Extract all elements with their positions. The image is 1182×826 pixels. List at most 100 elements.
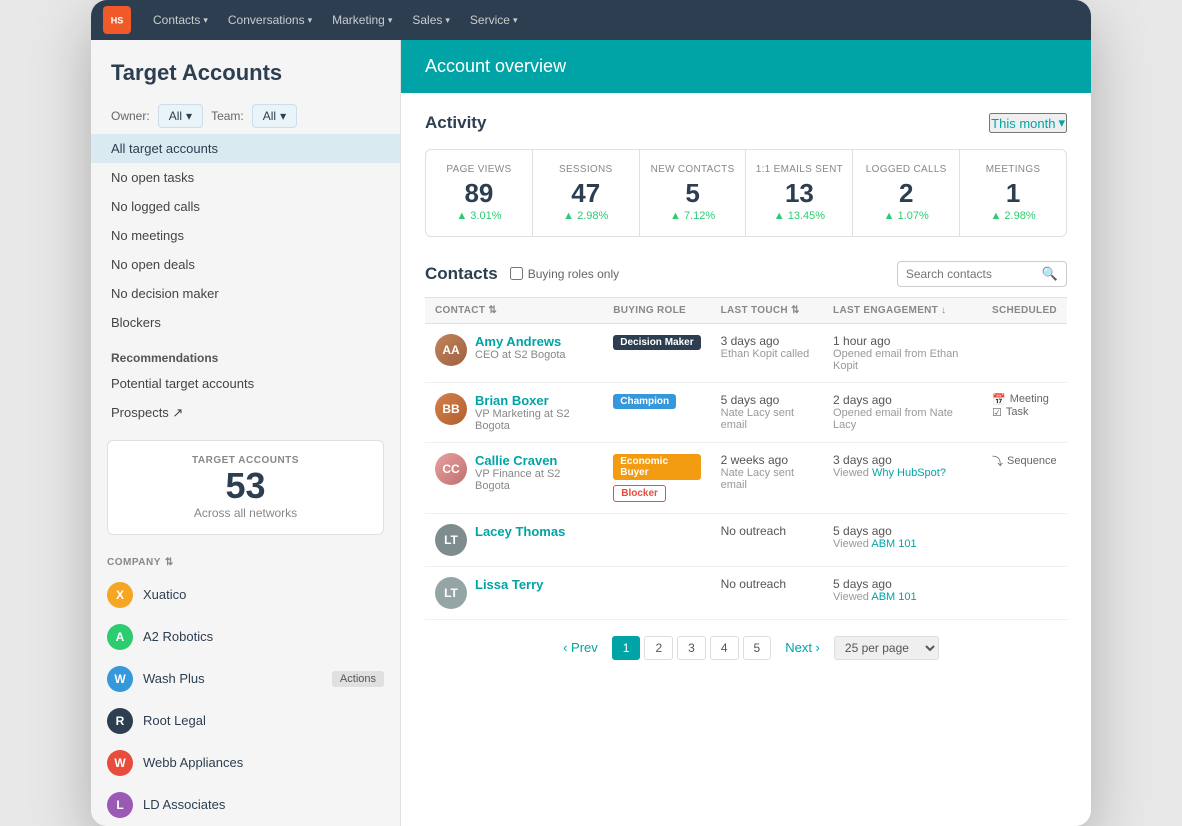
pagination: ‹ Prev 1 2 3 4 5 Next › 25 per page 50 p… bbox=[425, 620, 1067, 668]
contact-cell: LT Lacey Thomas bbox=[435, 524, 593, 556]
company-name: A2 Robotics bbox=[143, 629, 213, 644]
chevron-icon: ▾ bbox=[445, 15, 450, 26]
sidebar-item-no-meetings[interactable]: No meetings bbox=[91, 221, 400, 250]
sequence-icon: ⤵ bbox=[992, 453, 1003, 469]
laptop-frame: HS Contacts ▾ Conversations ▾ Marketing … bbox=[91, 0, 1091, 826]
nav-marketing[interactable]: Marketing ▾ bbox=[322, 0, 402, 40]
nav-contacts[interactable]: Contacts ▾ bbox=[143, 0, 218, 40]
th-scheduled: SCHEDULED bbox=[982, 297, 1067, 323]
sidebar-item-prospects[interactable]: Prospects ↗ bbox=[91, 398, 400, 428]
company-avatar: L bbox=[107, 792, 133, 818]
last-engagement: 5 days ago bbox=[833, 577, 972, 591]
contact-name[interactable]: Amy Andrews bbox=[475, 334, 566, 349]
last-engagement-detail: Opened email from Nate Lacy bbox=[833, 407, 972, 431]
engagement-link[interactable]: ABM 101 bbox=[871, 538, 916, 550]
avatar: AA bbox=[435, 334, 467, 366]
avatar: CC bbox=[435, 453, 467, 485]
this-month-button[interactable]: This month ▾ bbox=[989, 113, 1067, 133]
meeting-icon: 📅 bbox=[992, 393, 1006, 406]
company-avatar: R bbox=[107, 708, 133, 734]
contact-name[interactable]: Brian Boxer bbox=[475, 393, 593, 408]
hubspot-logo[interactable]: HS bbox=[103, 6, 131, 34]
chevron-down-icon: ▾ bbox=[280, 109, 286, 123]
contact-cell: LT Lissa Terry bbox=[435, 577, 593, 609]
contact-name[interactable]: Lissa Terry bbox=[475, 577, 543, 592]
buying-roles-checkbox[interactable] bbox=[510, 267, 523, 280]
company-actions-button[interactable]: Actions bbox=[332, 671, 384, 687]
chevron-icon: ▾ bbox=[513, 15, 518, 26]
sidebar-item-no-decision-maker[interactable]: No decision maker bbox=[91, 279, 400, 308]
page-1-button[interactable]: 1 bbox=[612, 636, 641, 660]
buying-role-badge-blocker: Blocker bbox=[613, 485, 666, 502]
contact-name[interactable]: Lacey Thomas bbox=[475, 524, 565, 539]
account-overview-header: Account overview bbox=[401, 40, 1091, 93]
buying-role-badge: Decision Maker bbox=[613, 335, 700, 350]
prev-button[interactable]: ‹ Prev bbox=[553, 636, 608, 659]
company-name: Wash Plus bbox=[143, 671, 205, 686]
stat-new-contacts: NEW CONTACTS 5 7.12% bbox=[640, 150, 747, 236]
ta-number: 53 bbox=[122, 466, 369, 506]
sort-icon[interactable]: ⇅ bbox=[791, 305, 800, 316]
target-accounts-box: TARGET ACCOUNTS 53 Across all networks bbox=[107, 440, 384, 535]
th-contact: CONTACT ⇅ bbox=[425, 297, 603, 323]
activity-stats: PAGE VIEWS 89 3.01% SESSIONS 47 2.98% NE… bbox=[425, 149, 1067, 237]
sort-icon[interactable]: ⇅ bbox=[165, 557, 174, 568]
ta-sub: Across all networks bbox=[122, 506, 369, 520]
next-button[interactable]: Next › bbox=[775, 636, 830, 659]
main-layout: Target Accounts Owner: All ▾ Team: All ▾… bbox=[91, 40, 1091, 826]
activity-title: Activity bbox=[425, 113, 486, 133]
th-last-engagement: LAST ENGAGEMENT ↓ bbox=[823, 297, 982, 323]
chevron-icon: ▾ bbox=[203, 15, 208, 26]
search-input[interactable] bbox=[906, 267, 1036, 281]
sort-icon-down[interactable]: ↓ bbox=[941, 305, 946, 316]
contacts-title: Contacts bbox=[425, 264, 498, 284]
table-row: AA Amy Andrews CEO at S2 Bogota Decision… bbox=[425, 323, 1067, 382]
contacts-section-header: Contacts Buying roles only 🔍 bbox=[425, 261, 1067, 287]
company-item-a2robotics[interactable]: A A2 Robotics bbox=[91, 616, 400, 658]
page-title: Target Accounts bbox=[91, 40, 400, 98]
contact-cell: BB Brian Boxer VP Marketing at S2 Bogota bbox=[435, 393, 593, 432]
company-avatar: A bbox=[107, 624, 133, 650]
company-item-webb-appliances[interactable]: W Webb Appliances bbox=[91, 742, 400, 784]
page-5-button[interactable]: 5 bbox=[743, 636, 772, 660]
nav-service[interactable]: Service ▾ bbox=[460, 0, 528, 40]
sidebar-item-no-logged-calls[interactable]: No logged calls bbox=[91, 192, 400, 221]
contact-title: VP Finance at S2 Bogota bbox=[475, 468, 593, 492]
sort-icon[interactable]: ⇅ bbox=[488, 305, 497, 316]
nav-sales[interactable]: Sales ▾ bbox=[402, 0, 460, 40]
company-item-xuatico[interactable]: X Xuatico bbox=[91, 574, 400, 616]
chevron-down-icon: ▾ bbox=[1058, 115, 1065, 131]
company-item-washplus[interactable]: W Wash Plus Actions bbox=[91, 658, 400, 700]
scheduled-task: ☑ Task bbox=[992, 406, 1057, 419]
svg-text:HS: HS bbox=[111, 16, 124, 26]
sidebar-item-no-open-tasks[interactable]: No open tasks bbox=[91, 163, 400, 192]
last-engagement-detail: Opened email from Ethan Kopit bbox=[833, 348, 972, 372]
last-engagement: 1 hour ago bbox=[833, 334, 972, 348]
contact-title: VP Marketing at S2 Bogota bbox=[475, 408, 593, 432]
engagement-link[interactable]: ABM 101 bbox=[871, 591, 916, 603]
per-page-select[interactable]: 25 per page 50 per page 100 per page bbox=[834, 636, 939, 660]
buying-roles-label: Buying roles only bbox=[528, 267, 619, 281]
page-3-button[interactable]: 3 bbox=[677, 636, 706, 660]
page-2-button[interactable]: 2 bbox=[644, 636, 673, 660]
stat-meetings: MEETINGS 1 2.98% bbox=[960, 150, 1066, 236]
engagement-link[interactable]: Why HubSpot? bbox=[872, 467, 946, 479]
contact-name[interactable]: Callie Craven bbox=[475, 453, 593, 468]
owner-filter-btn[interactable]: All ▾ bbox=[158, 104, 203, 128]
company-item-ld-associates[interactable]: L LD Associates bbox=[91, 784, 400, 826]
last-engagement-detail: Viewed ABM 101 bbox=[833, 538, 972, 550]
last-touch-detail: Nate Lacy sent email bbox=[721, 467, 813, 491]
sidebar-item-potential-target-accounts[interactable]: Potential target accounts bbox=[91, 369, 400, 398]
company-item-rootlegal[interactable]: R Root Legal bbox=[91, 700, 400, 742]
team-filter-btn[interactable]: All ▾ bbox=[252, 104, 297, 128]
sidebar-item-blockers[interactable]: Blockers bbox=[91, 308, 400, 337]
nav-conversations[interactable]: Conversations ▾ bbox=[218, 0, 322, 40]
sidebar-item-all-target-accounts[interactable]: All target accounts bbox=[91, 134, 400, 163]
buying-role-badge: Economic Buyer bbox=[613, 454, 700, 480]
table-row: LT Lacey Thomas No outreach bbox=[425, 513, 1067, 566]
last-touch-detail: Ethan Kopit called bbox=[721, 348, 813, 360]
sidebar-item-no-open-deals[interactable]: No open deals bbox=[91, 250, 400, 279]
page-4-button[interactable]: 4 bbox=[710, 636, 739, 660]
table-row: CC Callie Craven VP Finance at S2 Bogota… bbox=[425, 442, 1067, 513]
search-contacts-input[interactable]: 🔍 bbox=[897, 261, 1067, 287]
